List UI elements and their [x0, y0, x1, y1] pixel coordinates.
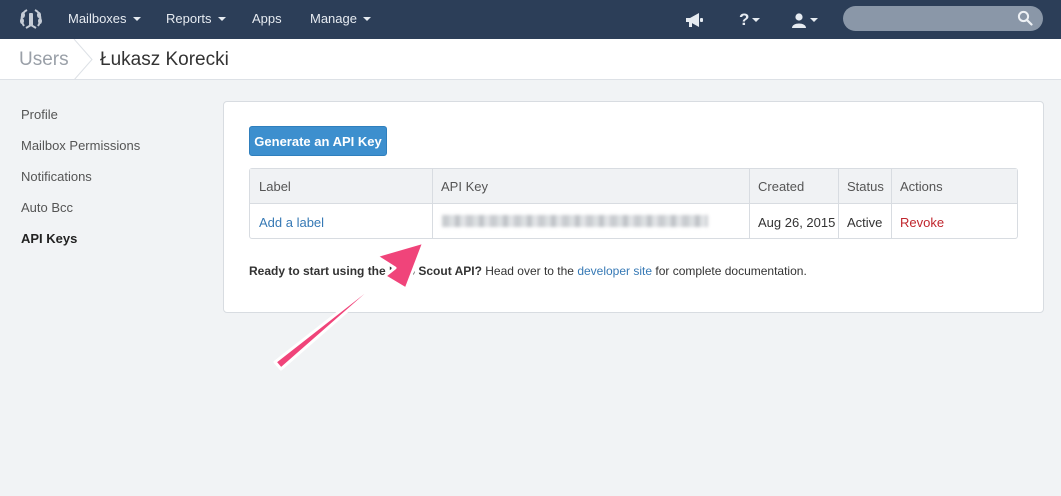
megaphone-icon [686, 12, 703, 27]
chevron-down-icon [752, 17, 761, 22]
breadcrumb-separator-icon [73, 39, 93, 80]
search-icon[interactable] [1017, 10, 1033, 26]
column-divider [838, 169, 839, 238]
add-label-link[interactable]: Add a label [259, 215, 324, 230]
sidebar-item-profile[interactable]: Profile [21, 107, 58, 122]
help-menu-button[interactable]: ? [739, 0, 761, 39]
sidebar-item-auto-bcc[interactable]: Auto Bcc [21, 200, 73, 215]
page-title: Łukasz Korecki [100, 49, 229, 70]
status-badge: Active [847, 215, 883, 230]
column-header-api-key: API Key [441, 179, 488, 194]
sidebar-item-mailbox-permissions[interactable]: Mailbox Permissions [21, 138, 140, 153]
nav-manage-menu[interactable]: Manage [310, 0, 371, 39]
chevron-down-icon [132, 17, 141, 21]
column-divider [891, 169, 892, 238]
help-icon: ? [739, 10, 750, 29]
column-header-actions: Actions [900, 179, 943, 194]
sidebar-item-api-keys[interactable]: API Keys [21, 231, 77, 246]
nav-reports-menu[interactable]: Reports [166, 0, 226, 39]
chevron-down-icon [810, 17, 818, 22]
created-date: Aug 26, 2015 [758, 215, 836, 230]
nav-mailboxes-label: Mailboxes [68, 11, 127, 26]
column-divider [432, 169, 433, 238]
nav-reports-label: Reports [166, 11, 212, 26]
notifications-button[interactable] [684, 0, 704, 39]
generate-api-key-button[interactable]: Generate an API Key [249, 126, 387, 156]
breadcrumb: Users Łukasz Korecki [0, 39, 1061, 80]
nav-apps-link[interactable]: Apps [252, 0, 282, 39]
nav-mailboxes-menu[interactable]: Mailboxes [68, 0, 141, 39]
api-keys-table: Label API Key Created Status Actions Add… [249, 168, 1018, 239]
user-icon [792, 12, 806, 28]
column-header-label: Label [259, 179, 291, 194]
nav-manage-label: Manage [310, 11, 357, 26]
user-menu-button[interactable] [791, 0, 818, 39]
developer-site-link[interactable]: developer site [577, 264, 652, 278]
search-input[interactable] [843, 6, 1043, 31]
column-header-status: Status [847, 179, 884, 194]
laurel-logo-icon[interactable] [18, 7, 44, 31]
column-header-created: Created [758, 179, 805, 194]
breadcrumb-users-link[interactable]: Users [19, 49, 69, 71]
chevron-down-icon [362, 17, 371, 21]
top-navigation-bar: Mailboxes Reports Apps Manage ? [0, 0, 1061, 39]
revoke-link[interactable]: Revoke [900, 215, 944, 230]
sidebar-item-notifications[interactable]: Notifications [21, 169, 92, 184]
api-key-value-blurred [442, 215, 708, 227]
developer-note-lead: Ready to start using the Help Scout API? [249, 264, 482, 278]
developer-note-tail: for complete documentation. [652, 264, 807, 278]
chevron-down-icon [217, 17, 226, 21]
table-header-row: Label API Key Created Status Actions [250, 169, 1017, 204]
developer-note-text: Head over to the [481, 264, 578, 278]
column-divider [749, 169, 750, 238]
nav-apps-label: Apps [252, 11, 282, 26]
developer-note: Ready to start using the Help Scout API?… [249, 264, 807, 278]
